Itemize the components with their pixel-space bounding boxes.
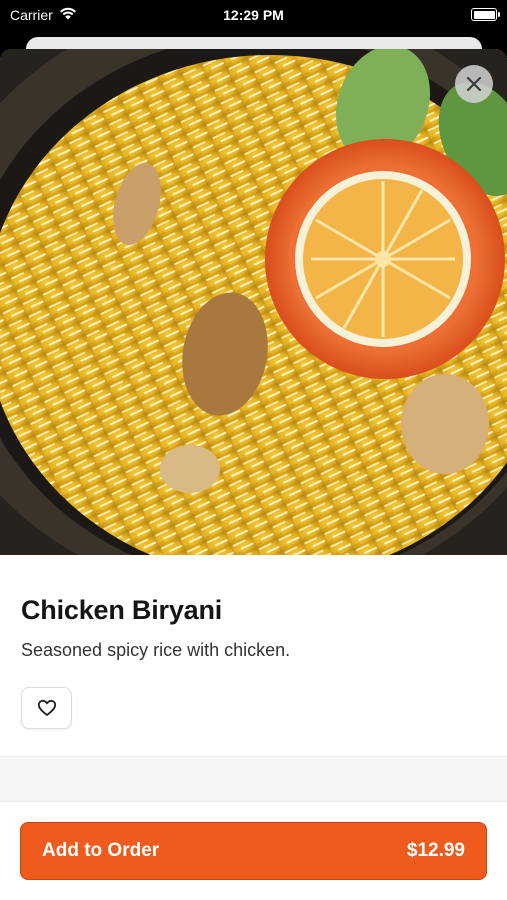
- item-photo: [0, 49, 507, 555]
- close-icon: [466, 76, 482, 92]
- biryani-illustration: [0, 49, 507, 555]
- add-to-order-button[interactable]: Add to Order $12.99: [20, 822, 487, 880]
- item-details: Chicken Biryani Seasoned spicy rice with…: [0, 555, 507, 729]
- status-left: Carrier: [10, 7, 77, 23]
- item-name: Chicken Biryani: [21, 595, 223, 625]
- battery-fill: [473, 10, 495, 19]
- close-button[interactable]: [455, 65, 493, 103]
- section-divider: [0, 756, 507, 802]
- favorite-button[interactable]: [21, 687, 72, 729]
- heart-outline-icon: [37, 699, 56, 716]
- price-label: $12.99: [406, 840, 465, 861]
- add-to-order-label: Add to Order: [42, 840, 160, 861]
- battery-icon: [471, 8, 500, 21]
- wifi-icon: [59, 7, 77, 23]
- item-detail-sheet: Chicken Biryani Seasoned spicy rice with…: [0, 49, 507, 900]
- item-description: Seasoned spicy rice with chicken.: [21, 640, 291, 660]
- status-bar: Carrier 12:29 PM: [0, 0, 507, 30]
- carrier-label: Carrier: [10, 7, 53, 23]
